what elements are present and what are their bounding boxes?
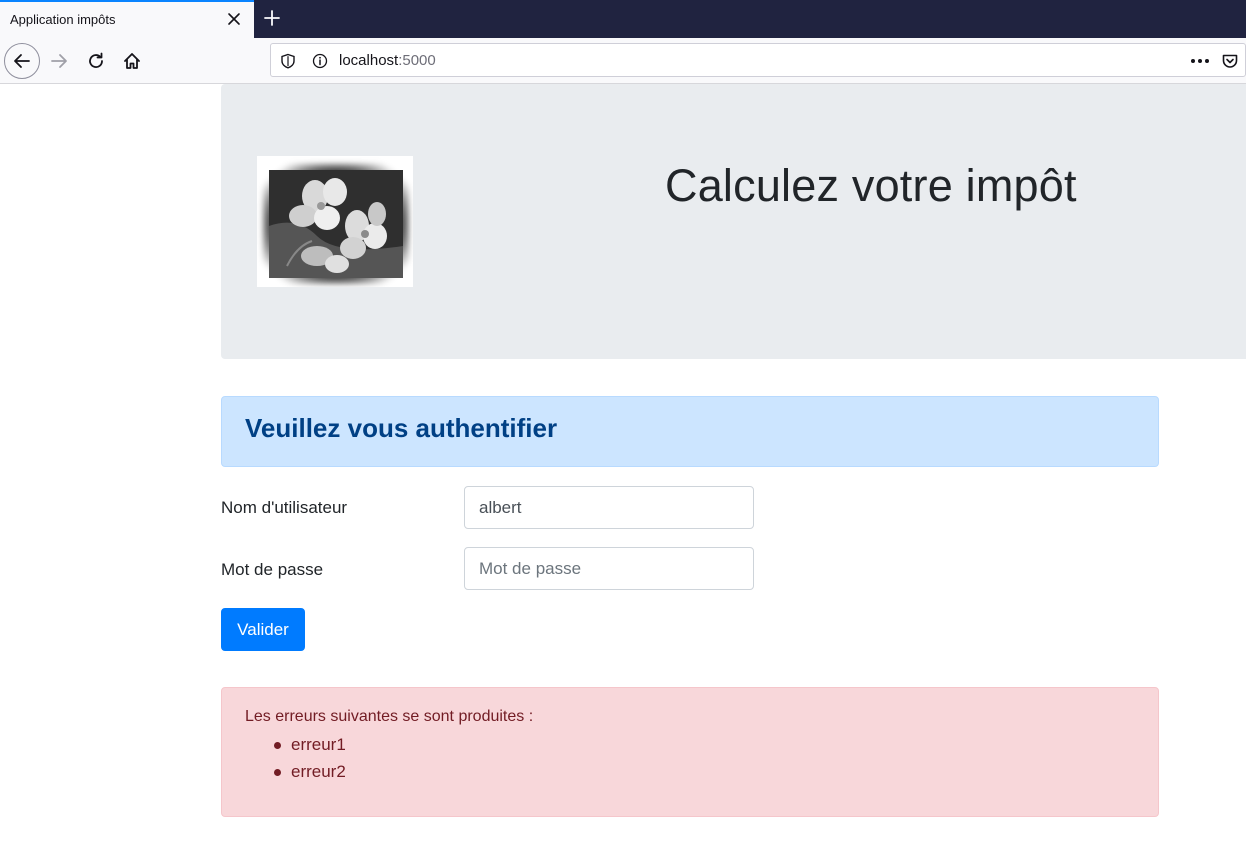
page-actions-icon[interactable] [1189, 51, 1211, 71]
url-port: :5000 [398, 52, 436, 69]
password-label: Mot de passe [221, 560, 324, 579]
username-label: Nom d'utilisateur [221, 498, 348, 517]
auth-banner: Veuillez vous authentifier [221, 396, 1159, 467]
new-tab-icon[interactable] [262, 8, 282, 28]
url-text[interactable]: localhost:5000 [339, 52, 436, 69]
bullet-icon [274, 742, 281, 749]
submit-button[interactable]: Valider [221, 608, 305, 651]
site-info-icon[interactable] [311, 52, 329, 70]
browser-tab[interactable]: Application impôts [0, 0, 254, 38]
tab-title: Application impôts [10, 12, 116, 27]
error-text: erreur1 [291, 735, 346, 754]
address-bar[interactable]: localhost:5000 [270, 43, 1246, 77]
forward-arrow-icon[interactable] [42, 44, 76, 78]
url-host: localhost [339, 52, 399, 69]
username-input[interactable] [464, 486, 754, 529]
auth-banner-title: Veuillez vous authentifier [245, 413, 558, 443]
password-input[interactable] [464, 547, 754, 590]
error-text: erreur2 [291, 762, 346, 781]
pocket-icon[interactable] [1219, 51, 1241, 71]
back-arrow-icon[interactable] [4, 43, 40, 79]
navigation-toolbar: localhost:5000 [0, 38, 1246, 84]
error-list: erreur1 erreur2 [245, 734, 346, 788]
reload-icon[interactable] [79, 44, 113, 78]
header-jumbotron: Calculez votre impôt [221, 84, 1246, 359]
error-item: erreur1 [245, 734, 346, 761]
page-title: Calculez votre impôt [665, 160, 1077, 211]
logo-image [257, 156, 413, 287]
error-alert: Les erreurs suivantes se sont produites … [221, 687, 1159, 817]
tab-strip: Application impôts [0, 0, 1246, 38]
home-icon[interactable] [115, 44, 149, 78]
bullet-icon [274, 769, 281, 776]
error-item: erreur2 [245, 761, 346, 788]
error-heading: Les erreurs suivantes se sont produites … [245, 708, 534, 725]
tracking-shield-icon[interactable] [279, 52, 297, 70]
close-tab-icon[interactable] [226, 11, 242, 27]
